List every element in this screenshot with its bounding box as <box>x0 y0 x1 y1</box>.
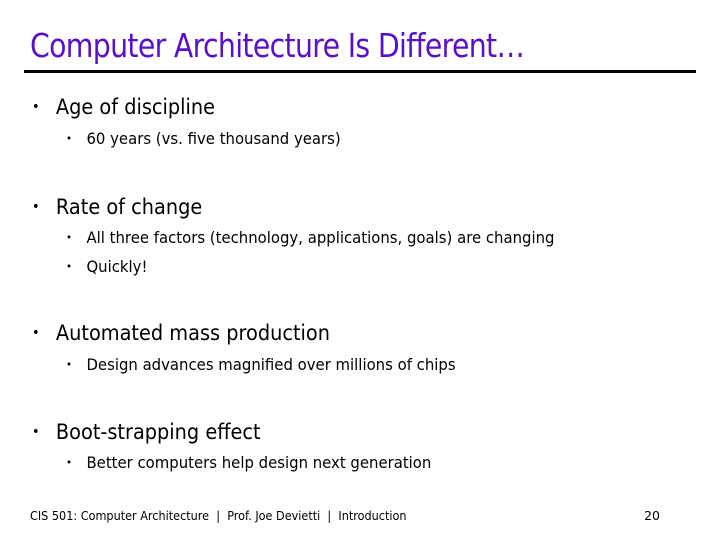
sub-bullet-text: Design advances magnified over millions … <box>86 355 456 374</box>
bullet-icon: • <box>32 325 40 341</box>
sub-bullet-item: • All three factors (technology, applicat… <box>66 227 554 249</box>
sub-bullet-item: • 60 years (vs. five thousand years) <box>66 128 341 150</box>
bullet-icon: • <box>32 99 40 115</box>
bullet-icon: • <box>66 358 73 371</box>
bullet-item: • Rate of change <box>32 193 202 221</box>
page-number: 20 <box>644 508 660 523</box>
slide-footer: CIS 501: Computer Architecture | Prof. J… <box>30 508 407 523</box>
bullet-icon: • <box>32 424 40 440</box>
bullet-text: Age of discipline <box>55 95 216 119</box>
bullet-text: Boot-strapping effect <box>55 420 261 444</box>
bullet-icon: • <box>32 199 40 215</box>
bullet-icon: • <box>66 132 73 145</box>
bullet-icon: • <box>66 456 73 469</box>
slide-title: Computer Architecture Is Different… <box>30 26 525 65</box>
sub-bullet-text: 60 years (vs. five thousand years) <box>86 129 341 148</box>
bullet-item: • Boot-strapping effect <box>32 418 261 446</box>
sub-bullet-text: Quickly! <box>86 257 148 276</box>
sub-bullet-item: • Quickly! <box>66 256 147 278</box>
sub-bullet-item: • Design advances magnified over millions… <box>66 354 456 376</box>
sub-bullet-item: • Better computers help design next gener… <box>66 452 431 474</box>
bullet-icon: • <box>66 231 73 244</box>
bullet-item: • Automated mass production <box>32 319 330 347</box>
sub-bullet-text: All three factors (technology, applicati… <box>86 228 555 247</box>
title-divider <box>24 70 696 73</box>
sub-bullet-text: Better computers help design next genera… <box>86 453 432 472</box>
bullet-icon: • <box>66 260 73 273</box>
bullet-text: Automated mass production <box>55 321 330 345</box>
bullet-item: • Age of discipline <box>32 93 215 121</box>
bullet-text: Rate of change <box>55 195 203 219</box>
